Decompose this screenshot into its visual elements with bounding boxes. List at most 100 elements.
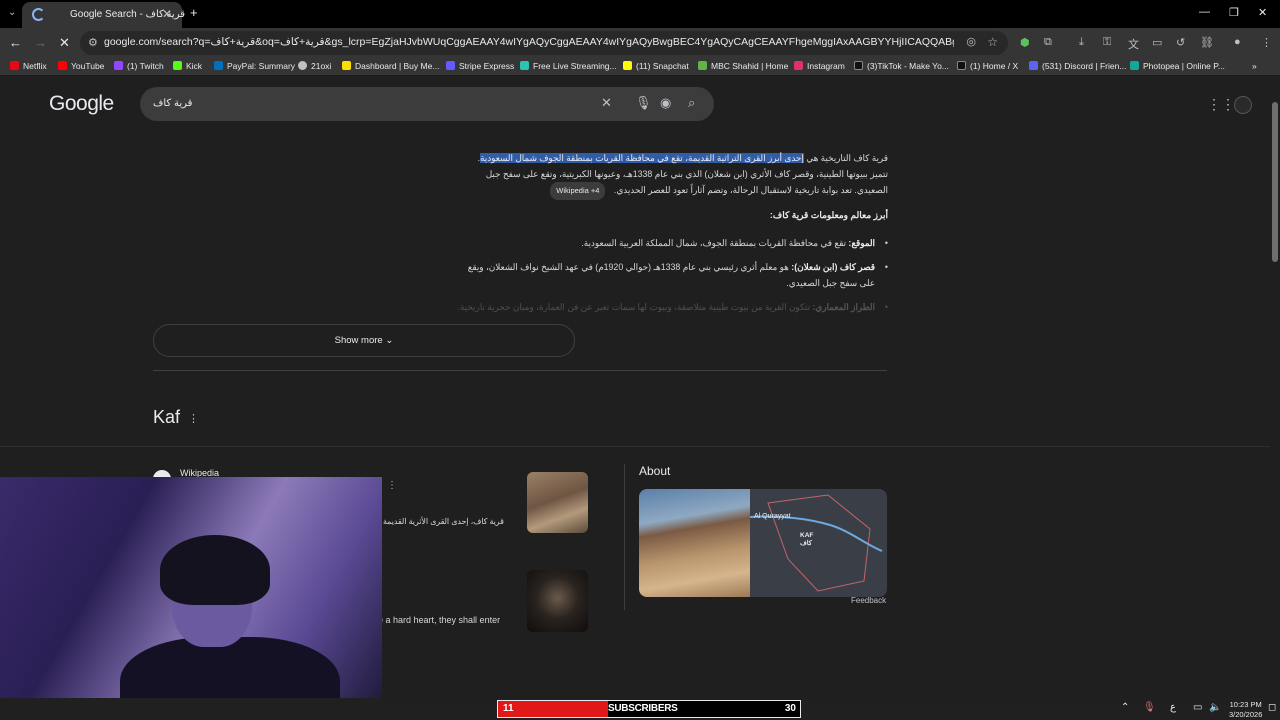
about-photo[interactable]	[639, 489, 750, 597]
shahid-icon	[698, 61, 707, 70]
section-divider	[0, 446, 1270, 447]
bookmark-snapchat[interactable]: (11) Snapchat	[623, 61, 689, 71]
profile-icon[interactable]: ●	[1234, 36, 1241, 48]
new-tab-icon[interactable]: +	[190, 5, 198, 20]
network-icon[interactable]: ▭	[1193, 702, 1202, 713]
streaming-icon	[520, 61, 529, 70]
tray-overflow-icon[interactable]: ⌃	[1121, 702, 1129, 713]
map-graphic	[750, 494, 883, 592]
youtube-icon	[58, 61, 67, 70]
netflix-icon	[10, 61, 19, 70]
bookmark-photopea[interactable]: Photopea | Online P...	[1130, 61, 1225, 71]
card-icon[interactable]: ▭	[1152, 36, 1162, 49]
result-thumbnail-image[interactable]	[527, 570, 588, 632]
bookmark-netflix[interactable]: Netflix	[10, 61, 47, 71]
minimize-icon[interactable]: —	[1199, 6, 1210, 18]
search-input[interactable]: قرية كاف	[153, 98, 192, 109]
x-icon	[957, 61, 966, 70]
restore-icon[interactable]: ❐	[1229, 6, 1239, 19]
result-options-icon[interactable]: ⋮	[387, 480, 397, 491]
taskbar-clock[interactable]: 10:23 PM 3/20/2026	[1229, 700, 1262, 720]
bookmarks-bar: Netflix YouTube (1) Twitch Kick PayPal: …	[0, 58, 1280, 76]
google-apps-icon[interactable]: ⋮⋮	[1207, 96, 1235, 113]
password-key-icon[interactable]: ⚿	[1103, 36, 1111, 49]
bookmark-streaming[interactable]: Free Live Streaming...	[520, 61, 617, 71]
url-text: google.com/search?q=قرية+كاف&oq=قرية+كاف…	[104, 36, 954, 48]
result-snippet: e a hard heart, they shall enter	[378, 615, 501, 625]
tab-search-icon[interactable]: ⌄	[8, 7, 16, 18]
extensions-icon[interactable]: ⧉	[1044, 36, 1052, 49]
google-logo[interactable]: Google	[49, 92, 114, 116]
scrollbar-thumb[interactable]	[1272, 102, 1278, 262]
overview-heading: أبرز معالم ومعلومات قرية كاف:	[769, 210, 888, 220]
page-scrollbar[interactable]	[1270, 76, 1280, 698]
loading-spinner-icon	[32, 8, 45, 21]
search-icon[interactable]: ⌕	[688, 95, 695, 111]
stop-icon[interactable]: ✕	[59, 35, 70, 51]
back-icon[interactable]: ←	[9, 35, 22, 50]
search-box[interactable]: قرية كاف ✕ 🎙 ◉ ⌕	[140, 87, 714, 121]
input-language-indicator[interactable]: ع	[1170, 702, 1176, 713]
translate-icon[interactable]: 文	[1128, 36, 1139, 52]
globe-icon	[298, 61, 307, 70]
feedback-link[interactable]: Feedback	[851, 596, 886, 605]
webcam-person-hair	[160, 535, 270, 605]
about-heading: About	[639, 464, 671, 478]
download-icon[interactable]: ⤓	[1079, 36, 1084, 49]
bookmark-x[interactable]: (1) Home / X	[957, 61, 1018, 71]
account-avatar[interactable]	[1234, 96, 1252, 114]
shield-extension-icon[interactable]: ⬢	[1020, 36, 1030, 49]
site-info-icon[interactable]: ⚙	[88, 36, 98, 49]
tab-close-icon[interactable]: ✕	[162, 7, 172, 21]
subscriber-goal-widget: 11 SUBSCRIBERS 30	[497, 700, 801, 718]
volume-icon[interactable]: 🔈	[1209, 702, 1221, 713]
bookmark-shahid[interactable]: MBC Shahid | Home	[698, 61, 788, 71]
history-icon[interactable]: ↺	[1176, 36, 1185, 49]
notification-icon[interactable]: ◻	[1268, 702, 1276, 713]
tracking-protection-icon[interactable]: ◎	[966, 35, 976, 48]
camera-search-icon[interactable]: ◉	[660, 95, 671, 111]
bookmark-star-icon[interactable]: ☆	[987, 35, 998, 49]
map-boundary	[767, 494, 871, 592]
result-thumbnail-image[interactable]	[527, 472, 588, 533]
overview-paragraph: قرية كاف التاريخية هي إحدى أبرز القرى ال…	[470, 150, 888, 200]
bookmark-21oxi[interactable]: 21oxi	[298, 61, 331, 71]
more-options-icon[interactable]: ⋮	[188, 412, 199, 425]
subscriber-label: SUBSCRIBERS	[608, 703, 678, 714]
bookmark-instagram[interactable]: Instagram	[794, 61, 845, 71]
bookmark-paypal[interactable]: PayPal: Summary	[214, 61, 295, 71]
bookmark-youtube[interactable]: YouTube	[58, 61, 104, 71]
tab-google-search[interactable]: Google Search - قرية كاف ✕	[22, 2, 185, 28]
wikipedia-source-chip[interactable]: Wikipedia +4	[550, 182, 606, 200]
overview-highlight: إحدى أبرز القرى التراثية القديمة، تقع في…	[480, 153, 804, 163]
subscriber-progress-fill	[498, 701, 608, 717]
overview-bullet: قصر كاف (ابن شعلان): هو معلم أثري رئيسي …	[457, 259, 888, 291]
microphone-icon[interactable]: 🎙	[635, 95, 652, 111]
menu-kebab-icon[interactable]: ⋮	[1261, 36, 1272, 49]
discord-icon	[1029, 61, 1038, 70]
stripe-icon	[446, 61, 455, 70]
microphone-tray-icon[interactable]: 🎙	[1143, 702, 1156, 713]
entity-title: Kaf	[153, 407, 181, 427]
twitch-icon	[114, 61, 123, 70]
panel-divider	[624, 464, 625, 610]
clear-search-icon[interactable]: ✕	[601, 95, 612, 111]
bookmark-kick[interactable]: Kick	[173, 61, 202, 71]
about-map[interactable]: Al Qurayyat KAF كاف	[750, 489, 887, 597]
forward-icon[interactable]: →	[34, 35, 47, 50]
instagram-icon	[794, 61, 803, 70]
bookmark-buymeacoffee[interactable]: Dashboard | Buy Me...	[342, 61, 439, 71]
bookmark-stripe[interactable]: Stripe Express	[446, 61, 514, 71]
address-bar[interactable]: ⚙ google.com/search?q=قرية+كاف&oq=قرية+ك…	[80, 31, 1008, 55]
link-icon[interactable]: ⛓	[1200, 36, 1214, 49]
photopea-icon	[1130, 61, 1139, 70]
map-label-qurayyat: Al Qurayyat	[754, 513, 791, 520]
show-more-button[interactable]: Show more ⌄	[153, 324, 575, 357]
bookmarks-overflow-icon[interactable]: »	[1252, 61, 1257, 71]
subscriber-count: 11	[503, 703, 514, 714]
bookmark-discord[interactable]: (531) Discord | Frien...	[1029, 61, 1126, 71]
bookmark-twitch[interactable]: (1) Twitch	[114, 61, 164, 71]
overview-bullet: الموقع: تقع في محافظة القريات بمنطقة الج…	[457, 235, 888, 251]
close-window-icon[interactable]: ✕	[1258, 6, 1267, 19]
bookmark-tiktok[interactable]: (3)TikTok - Make Yo...	[854, 61, 949, 71]
